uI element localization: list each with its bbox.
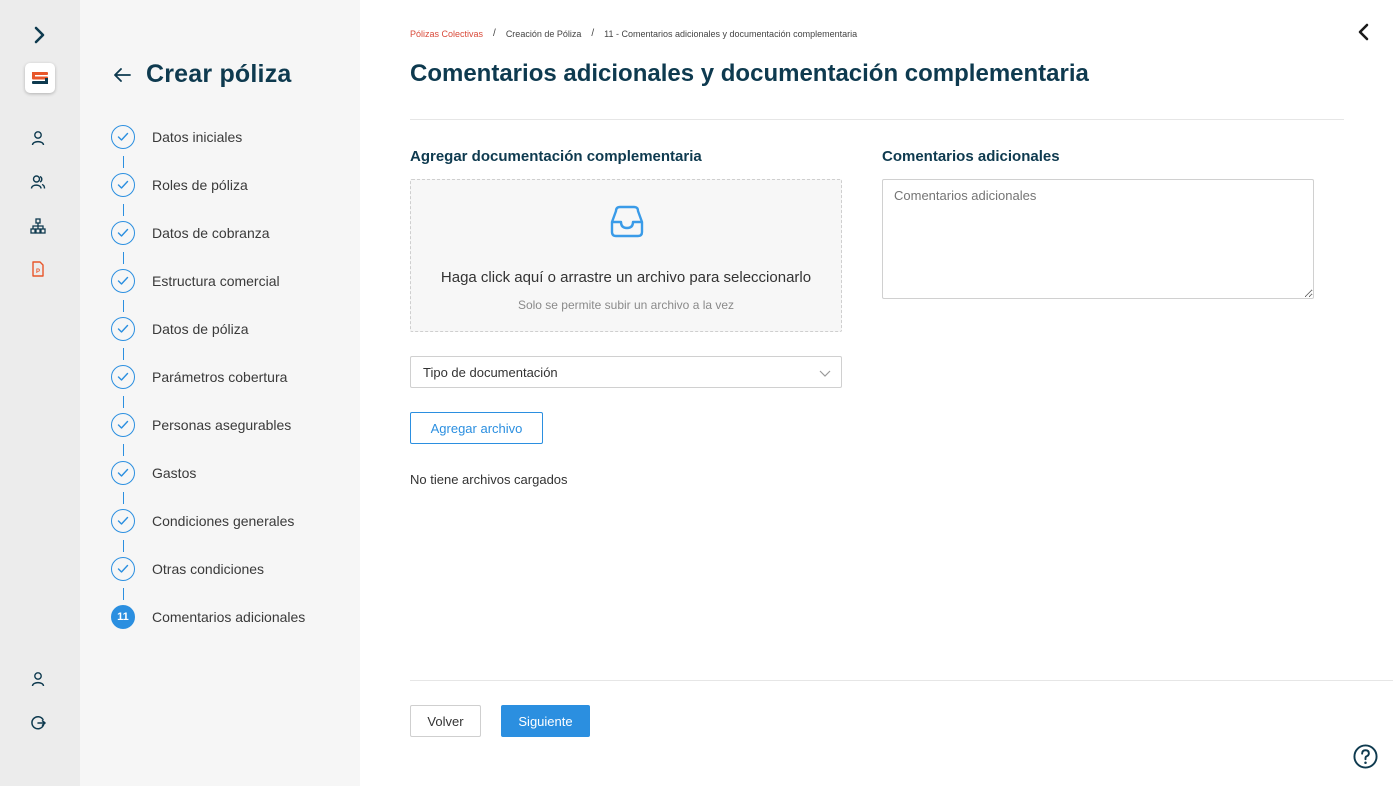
step-connector bbox=[123, 396, 124, 408]
chevron-down-icon bbox=[819, 370, 831, 377]
step-connector bbox=[123, 300, 124, 312]
step-label: Datos de cobranza bbox=[152, 225, 270, 241]
step-label: Personas asegurables bbox=[152, 417, 292, 433]
comments-textarea[interactable] bbox=[882, 179, 1314, 299]
stepper-panel: Crear póliza Datos iniciales Roles de pól… bbox=[80, 0, 360, 786]
stepper-header: Crear póliza bbox=[110, 60, 292, 89]
step-label: Roles de póliza bbox=[152, 177, 248, 193]
step-connector bbox=[123, 492, 124, 504]
dropzone-hint: Solo se permite subir un archivo a la ve… bbox=[517, 298, 735, 312]
stepper-title: Crear póliza bbox=[146, 60, 292, 88]
back-footer-button[interactable]: Volver bbox=[410, 705, 481, 737]
step-check-icon bbox=[111, 317, 135, 341]
step-number-badge: 11 bbox=[111, 605, 135, 629]
step-label: Parámetros cobertura bbox=[152, 369, 288, 385]
add-file-button[interactable]: Agregar archivo bbox=[410, 412, 543, 444]
doc-type-select[interactable]: Tipo de documentación bbox=[410, 356, 842, 388]
step-item[interactable]: Roles de póliza bbox=[111, 172, 248, 198]
chevron-left-icon bbox=[1358, 23, 1369, 41]
file-dropzone[interactable]: Haga click aquí o arrastre un archivo pa… bbox=[410, 179, 842, 332]
rail-policy-button[interactable]: P bbox=[22, 253, 54, 285]
step-label: Datos de póliza bbox=[152, 321, 249, 337]
step-item[interactable]: Gastos bbox=[111, 460, 196, 486]
rail-profile-button[interactable] bbox=[22, 663, 54, 695]
step-label: Datos iniciales bbox=[152, 129, 243, 145]
step-label: Estructura comercial bbox=[152, 273, 280, 289]
next-button[interactable]: Siguiente bbox=[501, 705, 590, 737]
step-check-icon bbox=[111, 557, 135, 581]
footer-divider bbox=[410, 680, 1393, 681]
step-item[interactable]: Condiciones generales bbox=[111, 508, 294, 534]
collapse-panel-button[interactable] bbox=[1352, 20, 1376, 44]
expand-menu-button[interactable] bbox=[24, 19, 56, 51]
breadcrumb: Pólizas Colectivas / Creación de Póliza … bbox=[410, 28, 857, 39]
rail-logout-button[interactable] bbox=[22, 707, 54, 739]
step-label: Gastos bbox=[152, 465, 197, 481]
divider bbox=[410, 119, 1344, 120]
step-item[interactable]: Parámetros cobertura bbox=[111, 364, 287, 390]
help-icon[interactable] bbox=[1353, 744, 1378, 769]
brand-logo[interactable] bbox=[25, 63, 55, 93]
step-check-icon bbox=[111, 125, 135, 149]
step-label: Condiciones generales bbox=[152, 513, 295, 529]
step-item[interactable]: Datos de cobranza bbox=[111, 220, 270, 246]
rail-users-button[interactable] bbox=[22, 166, 54, 198]
breadcrumb-item-polizas-colectivas[interactable]: Pólizas Colectivas bbox=[410, 29, 483, 39]
breadcrumb-item-creacion-poliza[interactable]: Creación de Póliza bbox=[506, 29, 582, 39]
step-connector bbox=[123, 588, 124, 600]
logo-icon bbox=[32, 72, 48, 84]
step-check-icon bbox=[111, 413, 135, 437]
icon-rail: P bbox=[0, 0, 80, 786]
breadcrumb-item-current: 11 - Comentarios adicionales y documenta… bbox=[604, 28, 858, 39]
step-check-icon bbox=[111, 173, 135, 197]
page-title: Comentarios adicionales y documentación … bbox=[410, 60, 1089, 87]
step-connector bbox=[123, 252, 124, 264]
arrow-left-icon bbox=[114, 67, 131, 82]
step-check-icon bbox=[111, 365, 135, 389]
svg-text:P: P bbox=[36, 269, 40, 275]
users-icon bbox=[30, 175, 46, 189]
doc-type-select-placeholder: Tipo de documentación bbox=[423, 365, 558, 380]
step-check-icon bbox=[111, 509, 135, 533]
step-item[interactable]: Estructura comercial bbox=[111, 268, 280, 294]
rail-structure-button[interactable] bbox=[22, 210, 54, 242]
step-item[interactable]: Datos de póliza bbox=[111, 316, 249, 342]
step-connector bbox=[123, 444, 124, 456]
step-item[interactable]: Otras condiciones bbox=[111, 556, 264, 582]
chevron-right-icon bbox=[34, 26, 45, 44]
step-check-icon bbox=[111, 269, 135, 293]
comments-section-title: Comentarios adicionales bbox=[882, 148, 1060, 165]
step-connector bbox=[123, 156, 124, 168]
step-label: Otras condiciones bbox=[152, 561, 265, 577]
user-icon bbox=[31, 131, 45, 146]
upload-section-title: Agregar documentación complementaria bbox=[410, 148, 702, 165]
rail-user-button[interactable] bbox=[22, 122, 54, 154]
step-connector bbox=[123, 204, 124, 216]
step-item[interactable]: Datos iniciales bbox=[111, 124, 242, 150]
step-check-icon bbox=[111, 221, 135, 245]
step-item[interactable]: Personas asegurables bbox=[111, 412, 291, 438]
logout-icon bbox=[31, 715, 46, 730]
step-check-icon bbox=[111, 461, 135, 485]
breadcrumb-separator: / bbox=[493, 28, 496, 39]
org-chart-icon bbox=[30, 218, 46, 234]
step-item[interactable]: 11 Comentarios adicionales bbox=[111, 604, 305, 630]
back-button[interactable] bbox=[110, 63, 134, 87]
step-label: Comentarios adicionales bbox=[152, 609, 306, 625]
document-policy-icon: P bbox=[32, 261, 44, 277]
empty-files-message: No tiene archivos cargados bbox=[410, 472, 568, 487]
inbox-icon bbox=[610, 205, 644, 238]
profile-icon bbox=[31, 672, 45, 687]
breadcrumb-separator: / bbox=[591, 28, 595, 39]
step-connector bbox=[123, 348, 124, 360]
step-connector bbox=[123, 540, 124, 552]
dropzone-text: Haga click aquí o arrastre un archivo pa… bbox=[440, 269, 812, 286]
